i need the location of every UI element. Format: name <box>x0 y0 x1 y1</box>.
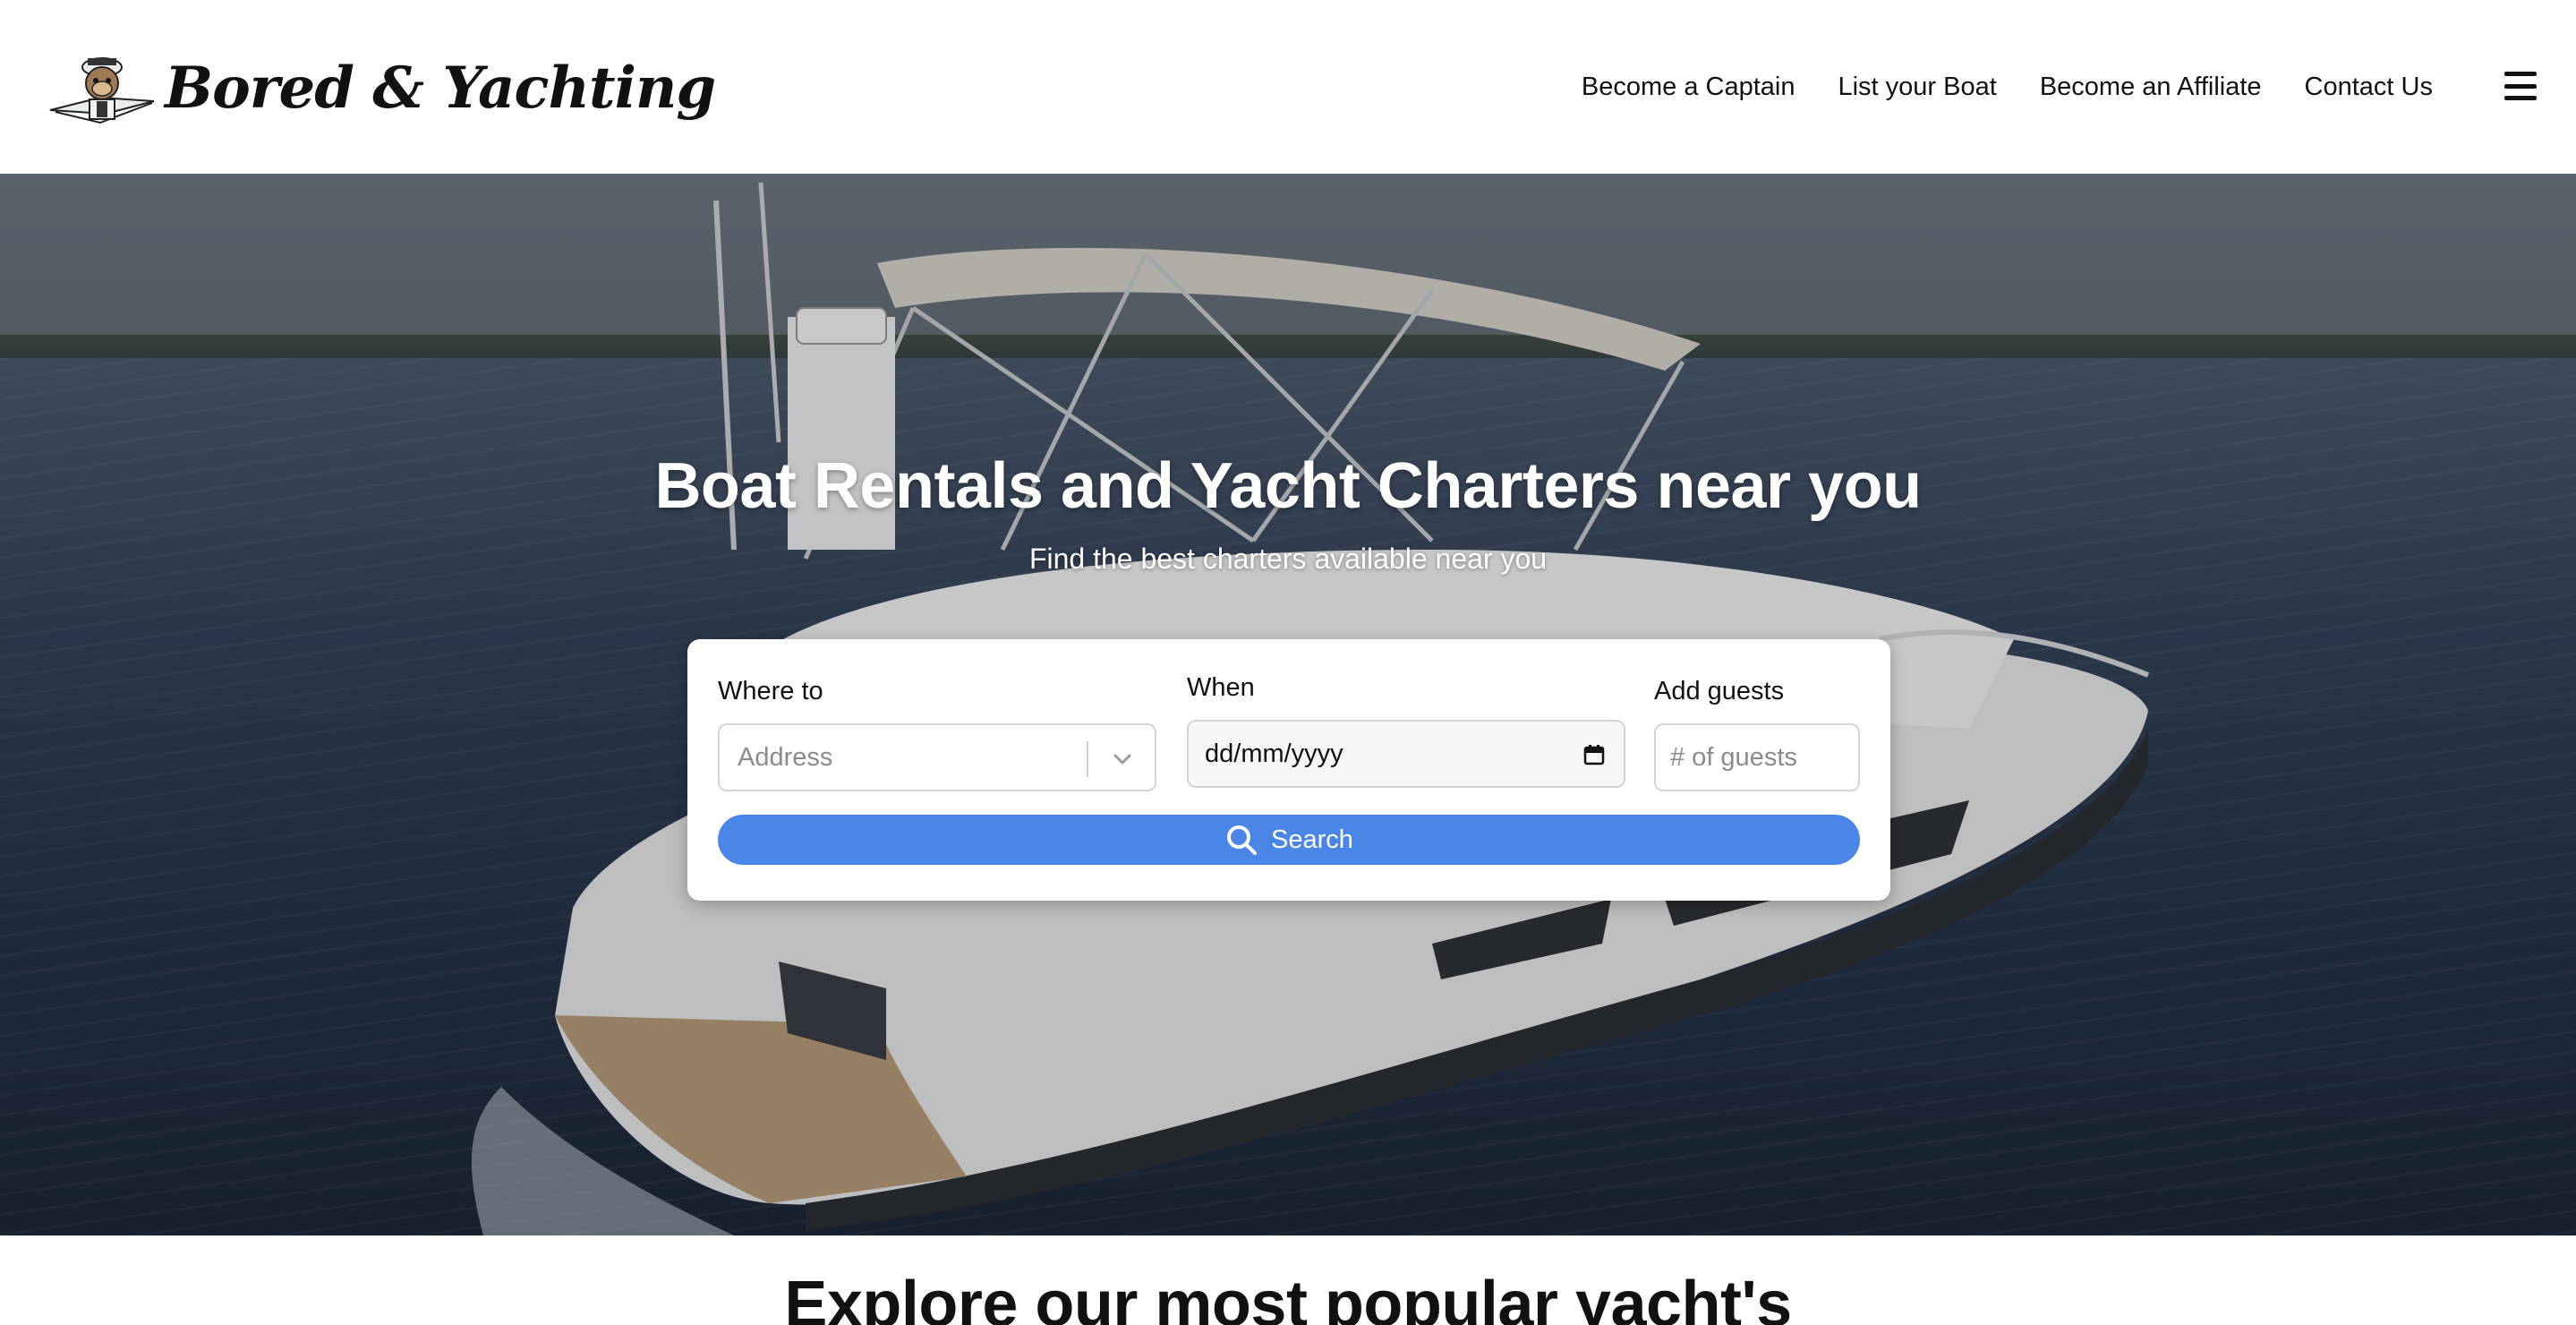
section-title: Explore our most popular yacht's <box>784 1269 1792 1325</box>
captain-monkey-logo-icon <box>49 57 155 124</box>
site-header: Bored & Yachting Become a Captain List y… <box>0 0 2576 174</box>
guests-label: Add guests <box>1654 677 1785 705</box>
nav-contact-us[interactable]: Contact Us <box>2305 64 2433 109</box>
when-label: When <box>1187 673 1255 702</box>
calendar-icon[interactable] <box>1582 743 1606 766</box>
brand-name: Bored & Yachting <box>165 54 716 122</box>
guests-placeholder: # of guests <box>1670 742 1797 772</box>
select-divider <box>1087 741 1088 777</box>
guests-input[interactable]: # of guests <box>1654 723 1860 791</box>
search-button-label: Search <box>1271 825 1353 854</box>
hero-subtitle: Find the best charters available near yo… <box>1028 543 1548 575</box>
hamburger-bar <box>2504 96 2537 100</box>
address-placeholder: Address <box>738 742 833 772</box>
main-nav: Become a Captain List your Boat Become a… <box>1539 64 2433 109</box>
brand-logo[interactable]: Bored & Yachting <box>47 43 716 132</box>
date-input[interactable]: dd/mm/yyyy <box>1187 720 1625 788</box>
search-card: Where to When Add guests Address dd/mm/y… <box>687 639 1890 901</box>
date-value: dd/mm/yyyy <box>1205 739 1343 768</box>
search-button[interactable]: Search <box>718 815 1860 865</box>
search-icon <box>1227 825 1258 855</box>
hamburger-bar <box>2504 83 2537 89</box>
where-label: Where to <box>718 677 823 705</box>
popular-yachts-section: Explore our most popular yacht's <box>0 1235 2576 1325</box>
hamburger-icon[interactable] <box>2504 72 2537 100</box>
nav-become-affiliate[interactable]: Become an Affiliate <box>2040 64 2262 109</box>
hero-title: Boat Rentals and Yacht Charters near you <box>654 450 1922 522</box>
nav-list-boat[interactable]: List your Boat <box>1838 64 1996 109</box>
chevron-down-icon[interactable] <box>1110 747 1135 772</box>
hamburger-bar <box>2504 72 2537 76</box>
nav-become-captain[interactable]: Become a Captain <box>1582 64 1796 109</box>
address-select[interactable]: Address <box>718 723 1156 791</box>
